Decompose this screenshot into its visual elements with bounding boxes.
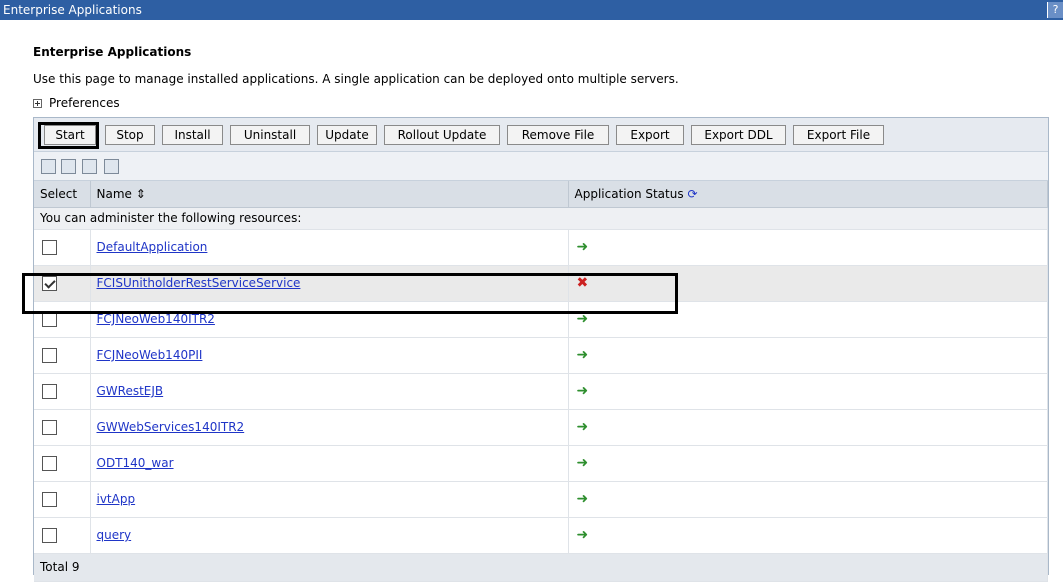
application-link[interactable]: ODT140_war <box>97 456 174 470</box>
expand-filter-icon[interactable] <box>82 159 97 174</box>
info-row: You can administer the following resourc… <box>34 207 1048 230</box>
select-column-header: Select <box>34 181 91 208</box>
preferences-toggle[interactable]: Preferences <box>33 96 120 110</box>
export-file-button[interactable]: Export File <box>793 125 884 145</box>
started-status-icon: ➜ <box>576 239 589 255</box>
row-checkbox[interactable] <box>42 419 57 435</box>
table-icon-toolbar <box>34 152 1048 181</box>
application-link[interactable]: ivtApp <box>97 492 136 506</box>
rollout-update-button[interactable]: Rollout Update <box>384 125 500 145</box>
remove-file-button[interactable]: Remove File <box>507 125 609 145</box>
row-checkbox[interactable] <box>42 491 57 507</box>
select-all-icon[interactable] <box>41 159 56 174</box>
application-link[interactable]: query <box>97 528 132 542</box>
export-ddl-button[interactable]: Export DDL <box>691 125 786 145</box>
preferences-label: Preferences <box>49 96 120 110</box>
name-header-label: Name <box>96 186 132 201</box>
update-button[interactable]: Update <box>317 125 377 145</box>
install-button[interactable]: Install <box>162 125 223 145</box>
table-row: DefaultApplication ➜ <box>34 229 1048 266</box>
started-status-icon: ➜ <box>576 347 589 363</box>
stop-button[interactable]: Stop <box>105 125 155 145</box>
started-status-icon: ➜ <box>576 455 589 471</box>
applications-panel: Start Stop Install Uninstall Update Roll… <box>33 117 1049 582</box>
table-row: ivtApp ➜ <box>34 481 1048 518</box>
page-title: Enterprise Applications <box>33 45 192 59</box>
uninstall-button[interactable]: Uninstall <box>230 125 310 145</box>
window-title: Enterprise Applications <box>3 3 142 17</box>
window-titlebar: Enterprise Applications ? <box>0 0 1063 20</box>
table-row: GWRestEJB ➜ <box>34 373 1048 410</box>
started-status-icon: ➜ <box>576 491 589 507</box>
application-link[interactable]: FCJNeoWeb140ITR2 <box>97 312 215 326</box>
table-row: query ➜ <box>34 517 1048 554</box>
started-status-icon: ➜ <box>576 527 589 543</box>
sort-icon[interactable]: ⇕ <box>136 187 146 201</box>
application-link[interactable]: GWRestEJB <box>97 384 164 398</box>
status-header-label: Application Status <box>574 186 684 201</box>
row-checkbox[interactable] <box>42 383 57 399</box>
started-status-icon: ➜ <box>576 383 589 399</box>
refresh-icon[interactable]: ⟳ <box>687 187 697 201</box>
table-row: GWWebServices140ITR2 ➜ <box>34 409 1048 446</box>
applications-table: Select Name ⇕ Application Status ⟳ You c… <box>34 181 1048 582</box>
show-filter-icon[interactable] <box>104 159 119 174</box>
page-description: Use this page to manage installed applic… <box>33 72 679 86</box>
table-row: ODT140_war ➜ <box>34 445 1048 482</box>
selected-row-highlight <box>22 273 678 314</box>
table-row: FCJNeoWeb140PII ➜ <box>34 337 1048 374</box>
application-link[interactable]: GWWebServices140ITR2 <box>97 420 245 434</box>
start-button-highlight <box>38 122 99 149</box>
name-column-header[interactable]: Name ⇕ <box>90 181 569 208</box>
started-status-icon: ➜ <box>576 419 589 435</box>
export-button[interactable]: Export <box>616 125 684 145</box>
application-link[interactable]: FCJNeoWeb140PII <box>97 348 203 362</box>
row-checkbox[interactable] <box>42 527 57 543</box>
expand-plus-icon[interactable] <box>33 98 42 108</box>
row-checkbox[interactable] <box>42 455 57 471</box>
status-column-header[interactable]: Application Status ⟳ <box>568 181 1048 208</box>
row-checkbox[interactable] <box>42 347 57 363</box>
row-checkbox[interactable] <box>42 239 57 255</box>
application-link[interactable]: DefaultApplication <box>97 240 208 254</box>
button-toolbar: Start Stop Install Uninstall Update Roll… <box>34 118 1048 152</box>
total-count: Total 9 <box>34 553 1048 582</box>
deselect-all-icon[interactable] <box>61 159 76 174</box>
help-icon[interactable]: ? <box>1047 2 1063 18</box>
